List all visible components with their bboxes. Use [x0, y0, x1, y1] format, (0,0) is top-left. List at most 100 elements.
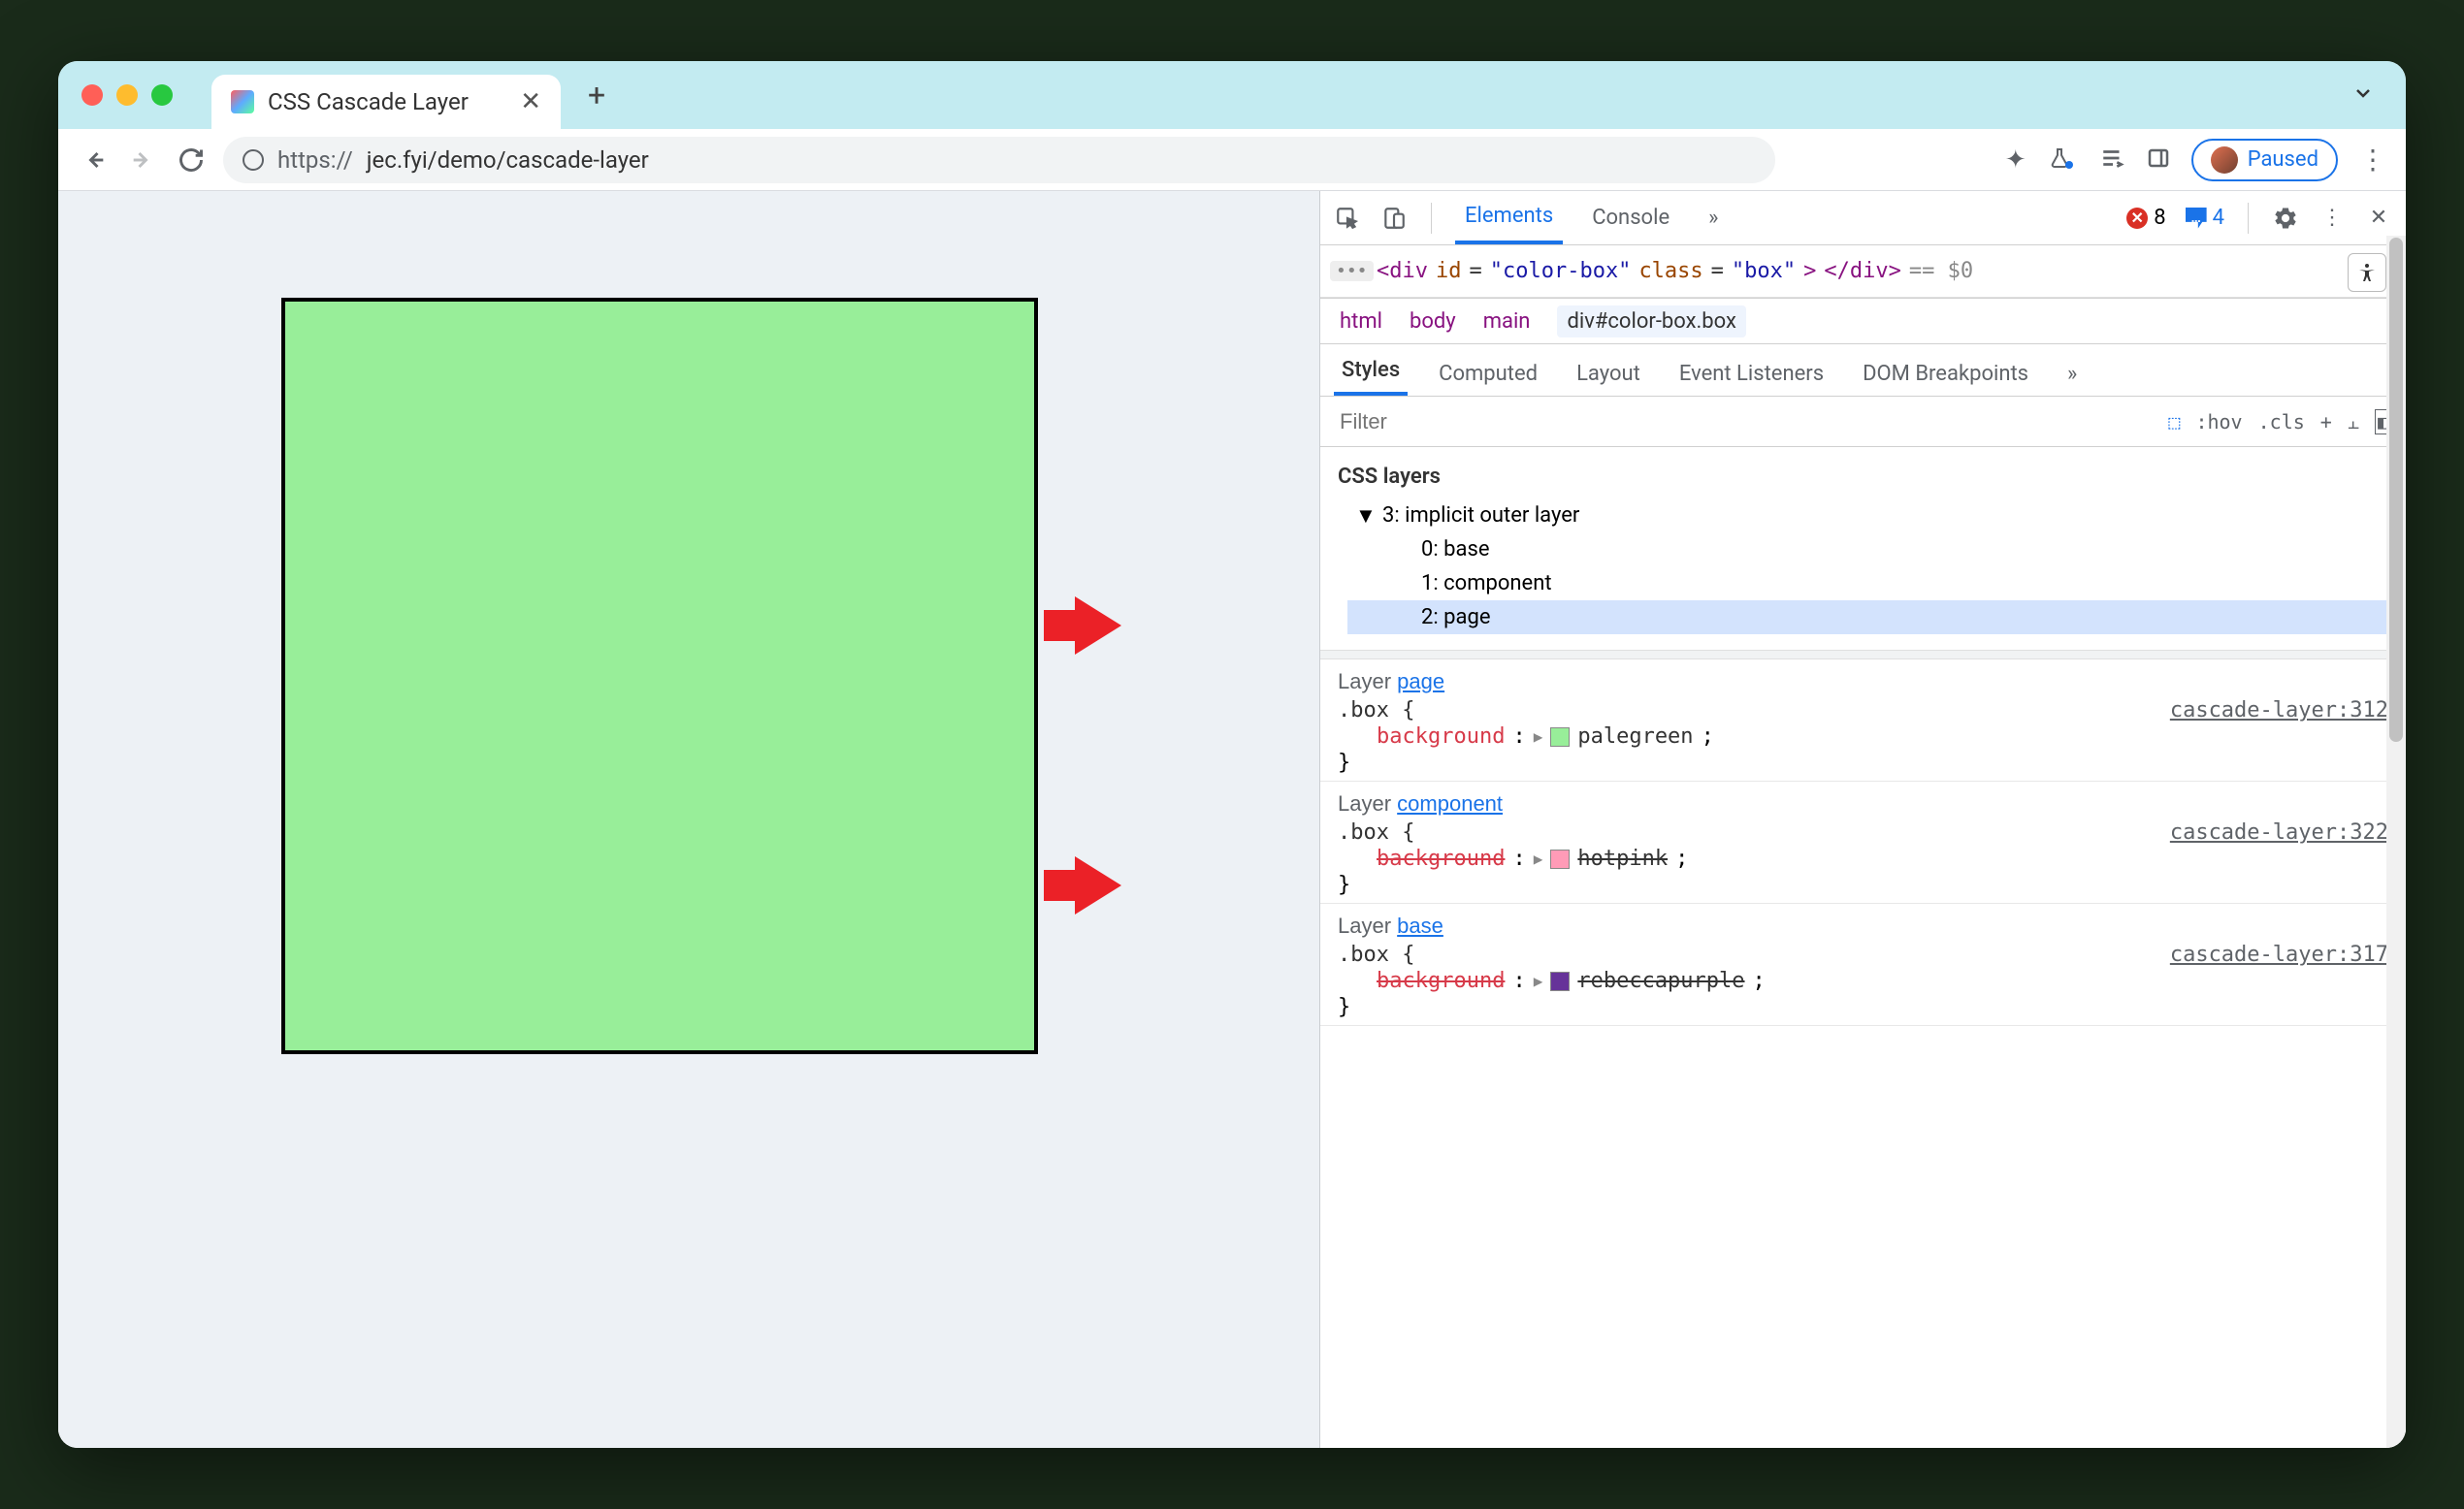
- css-declaration[interactable]: background: ▶ hotpink;: [1338, 845, 2388, 873]
- window-close-button[interactable]: [81, 84, 103, 106]
- caret-down-icon: ▼: [1355, 503, 1377, 529]
- browser-window: CSS Cascade Layer ✕ + https://jec.fyi/de…: [58, 61, 2406, 1448]
- inspect-icon[interactable]: [1334, 205, 1361, 232]
- tab-elements[interactable]: Elements: [1455, 191, 1563, 244]
- gear-icon[interactable]: [2272, 205, 2299, 232]
- rule-source-link[interactable]: cascade-layer:322: [2170, 820, 2388, 845]
- dom-node[interactable]: ••• <div id="color-box" class="box"> </d…: [1320, 253, 2406, 289]
- tab-styles[interactable]: Styles: [1334, 358, 1408, 396]
- expand-icon[interactable]: ▶: [1534, 972, 1543, 990]
- devtools-panel: Elements Console » ✕8 …4 ⋮ ✕ ••• <div id…: [1319, 191, 2406, 1448]
- tab-more[interactable]: »: [1699, 191, 1728, 244]
- hov-button[interactable]: :hov: [2195, 410, 2242, 433]
- flask-icon[interactable]: [2048, 145, 2079, 175]
- layer-link[interactable]: page: [1397, 669, 1444, 693]
- layer-row-page[interactable]: 2: page: [1347, 600, 2388, 634]
- css-declaration[interactable]: background: ▶ palegreen;: [1338, 722, 2388, 751]
- browser-tab[interactable]: CSS Cascade Layer ✕: [211, 75, 561, 129]
- content-area: Elements Console » ✕8 …4 ⋮ ✕ ••• <div id…: [58, 191, 2406, 1448]
- close-brace: }: [1338, 751, 2388, 775]
- browser-menu-icon[interactable]: ⋮: [2359, 144, 2386, 176]
- toolbar-icons: ✦ Paused ⋮: [2005, 139, 2386, 181]
- new-tab-button[interactable]: +: [588, 77, 605, 113]
- new-rule-button[interactable]: +: [2320, 410, 2332, 433]
- breadcrumb-html[interactable]: html: [1340, 309, 1382, 334]
- address-bar: https://jec.fyi/demo/cascade-layer ✦ Pau…: [58, 129, 2406, 191]
- annotation-arrow-icon: [1075, 596, 1121, 655]
- forward-button[interactable]: [126, 144, 159, 177]
- extensions-icon[interactable]: ✦: [2005, 145, 2026, 175]
- avatar: [2211, 146, 2238, 174]
- traffic-lights: [81, 84, 173, 106]
- tab-computed[interactable]: Computed: [1431, 362, 1545, 396]
- paused-label: Paused: [2248, 147, 2318, 172]
- layer-tree: ▼3: implicit outer layer 0: base 1: comp…: [1338, 495, 2388, 638]
- close-brace: }: [1338, 995, 2388, 1019]
- css-layers-section: CSS layers ▼3: implicit outer layer 0: b…: [1320, 447, 2406, 650]
- rule-selector[interactable]: .box {: [1338, 943, 1414, 967]
- layer-link[interactable]: component: [1397, 791, 1503, 816]
- styles-filter-input[interactable]: [1334, 402, 2153, 441]
- titlebar: CSS Cascade Layer ✕ +: [58, 61, 2406, 129]
- style-rule-page: Layer page .box { cascade-layer:312 back…: [1320, 659, 2406, 782]
- color-swatch[interactable]: [1550, 850, 1570, 869]
- error-count-badge[interactable]: ✕8: [2126, 206, 2165, 230]
- tab-console[interactable]: Console: [1582, 191, 1679, 244]
- rule-source-link[interactable]: cascade-layer:317: [2170, 943, 2388, 967]
- breadcrumb-selected[interactable]: div#color-box.box: [1557, 305, 1745, 337]
- message-count-badge[interactable]: …4: [2186, 206, 2224, 230]
- color-box: [281, 298, 1038, 1054]
- layers-toggle-icon[interactable]: ⬚: [2168, 410, 2180, 433]
- profile-paused-pill[interactable]: Paused: [2191, 139, 2338, 181]
- favicon: [231, 90, 254, 113]
- css-layers-title: CSS layers: [1338, 459, 2388, 495]
- cls-button[interactable]: .cls: [2258, 410, 2305, 433]
- scrollbar[interactable]: [2386, 236, 2406, 1448]
- style-rule-component: Layer component .box { cascade-layer:322…: [1320, 782, 2406, 904]
- tab-event-listeners[interactable]: Event Listeners: [1671, 362, 1832, 396]
- reload-button[interactable]: [175, 144, 208, 177]
- styles-toolbar: ⬚ :hov .cls + ⫠ ◧: [1320, 397, 2406, 447]
- accessibility-icon[interactable]: [2348, 253, 2386, 292]
- styles-tabs: Styles Computed Layout Event Listeners D…: [1320, 344, 2406, 397]
- rule-selector[interactable]: .box {: [1338, 698, 1414, 722]
- annotation-arrow-icon: [1075, 856, 1121, 915]
- panel-icon[interactable]: [2147, 146, 2170, 174]
- ellipsis-icon[interactable]: •••: [1330, 261, 1374, 281]
- devtools-tabs: Elements Console » ✕8 …4 ⋮ ✕: [1320, 191, 2406, 245]
- layer-row-base[interactable]: 0: base: [1347, 532, 2388, 566]
- window-zoom-button[interactable]: [151, 84, 173, 106]
- playlist-icon[interactable]: [2100, 145, 2125, 175]
- rule-source-link[interactable]: cascade-layer:312: [2170, 698, 2388, 722]
- back-button[interactable]: [78, 144, 111, 177]
- chevron-down-icon[interactable]: [2344, 74, 2383, 116]
- tab-layout[interactable]: Layout: [1569, 362, 1648, 396]
- url-bar[interactable]: https://jec.fyi/demo/cascade-layer: [223, 137, 1775, 183]
- rule-selector[interactable]: .box {: [1338, 820, 1414, 845]
- expand-icon[interactable]: ▶: [1534, 850, 1543, 868]
- tab-title: CSS Cascade Layer: [268, 88, 506, 115]
- close-devtools-icon[interactable]: ✕: [2365, 205, 2392, 232]
- style-rule-base: Layer base .box { cascade-layer:317 back…: [1320, 904, 2406, 1026]
- devtools-menu-icon[interactable]: ⋮: [2318, 205, 2346, 232]
- layer-row-component[interactable]: 1: component: [1347, 566, 2388, 600]
- color-swatch[interactable]: [1550, 727, 1570, 747]
- close-tab-icon[interactable]: ✕: [520, 87, 541, 116]
- color-swatch[interactable]: [1550, 972, 1570, 991]
- layer-link[interactable]: base: [1397, 914, 1443, 938]
- device-icon[interactable]: [1380, 205, 1408, 232]
- layer-row-root[interactable]: ▼3: implicit outer layer: [1347, 498, 2388, 532]
- window-minimize-button[interactable]: [116, 84, 138, 106]
- tab-more[interactable]: »: [2059, 362, 2085, 396]
- expand-icon[interactable]: ▶: [1534, 727, 1543, 746]
- tab-dom-breakpoints[interactable]: DOM Breakpoints: [1855, 362, 2036, 396]
- page-viewport: [58, 191, 1319, 1448]
- close-brace: }: [1338, 873, 2388, 897]
- computed-toggle-icon[interactable]: ⫠: [2348, 410, 2359, 433]
- dollar-reference: == $0: [1909, 259, 1973, 283]
- breadcrumb-main[interactable]: main: [1483, 309, 1531, 334]
- url-text: jec.fyi/demo/cascade-layer: [367, 146, 649, 174]
- dom-breadcrumb: html body main div#color-box.box: [1320, 298, 2406, 344]
- css-declaration[interactable]: background: ▶ rebeccapurple;: [1338, 967, 2388, 995]
- breadcrumb-body[interactable]: body: [1410, 309, 1456, 334]
